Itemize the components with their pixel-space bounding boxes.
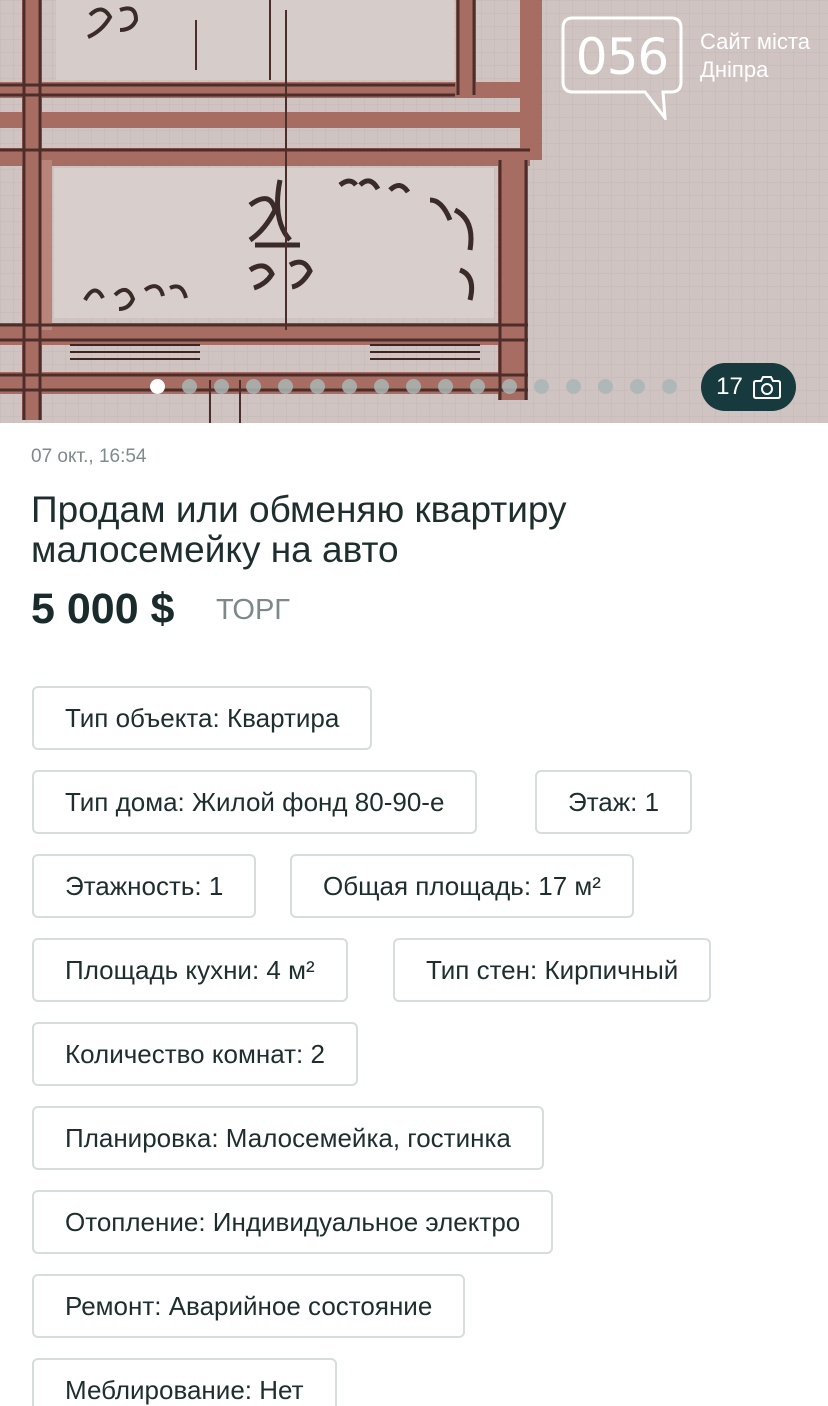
gallery-dot[interactable] [246, 378, 261, 394]
gallery-dot[interactable] [182, 378, 197, 394]
gallery-dot[interactable] [630, 378, 645, 394]
gallery-dot[interactable] [566, 378, 581, 394]
attribute-chip: Количество комнат: 2 [32, 1022, 358, 1086]
attribute-chip: Площадь кухни: 4 м² [32, 938, 348, 1002]
gallery-dot[interactable] [470, 378, 485, 394]
gallery-dot[interactable] [374, 378, 389, 394]
camera-icon [752, 376, 781, 399]
gallery-dot[interactable] [534, 378, 549, 394]
logo-caption-line1: Сайт міста [700, 29, 810, 54]
gallery-dot[interactable] [598, 378, 613, 394]
attribute-chip: Этажность: 1 [32, 854, 257, 918]
gallery-dot[interactable] [214, 378, 229, 394]
attribute-chip: Этаж: 1 [535, 770, 693, 834]
gallery-dot[interactable] [342, 378, 357, 394]
attribute-chip: Тип объекта: Квартира [32, 686, 373, 750]
gallery-dot[interactable] [406, 378, 421, 394]
logo-caption: Сайт міста Дніпра [700, 28, 826, 84]
gallery-dot[interactable] [150, 378, 165, 394]
gallery-dot[interactable] [502, 378, 517, 394]
attribute-chip: Тип стен: Кирпичный [393, 938, 712, 1002]
gallery-dot[interactable] [662, 378, 677, 394]
gallery-pagination[interactable] [150, 378, 677, 394]
listing-title: Продам или обменяю квартиру малосемейку … [31, 489, 567, 570]
listing-photo-gallery[interactable]: 056 Сайт міста Дніпра 17 [0, 0, 828, 423]
listing-date: 07 окт., 16:54 [31, 446, 147, 467]
logo-number: 056 [575, 28, 669, 86]
attribute-chip: Ремонт: Аварийное состояние [32, 1274, 466, 1338]
attribute-chip: Отопление: Индивидуальное электро [32, 1190, 554, 1254]
photo-count-badge[interactable]: 17 [701, 363, 796, 411]
gallery-dot[interactable] [278, 378, 293, 394]
photo-count-value: 17 [716, 373, 743, 400]
gallery-dot[interactable] [310, 378, 325, 394]
attribute-chip: Тип дома: Жилой фонд 80-90-е [32, 770, 478, 834]
gallery-dot[interactable] [438, 378, 453, 394]
negotiable-label: ТОРГ [216, 594, 291, 626]
attribute-chip: Меблирование: Нет [32, 1358, 337, 1406]
attribute-chip: Общая площадь: 17 м² [290, 854, 634, 918]
listing-price: 5 000 $ [31, 585, 175, 633]
attribute-chip: Планировка: Малосемейка, гостинка [32, 1106, 544, 1170]
logo-caption-line2: Дніпра [700, 57, 769, 82]
